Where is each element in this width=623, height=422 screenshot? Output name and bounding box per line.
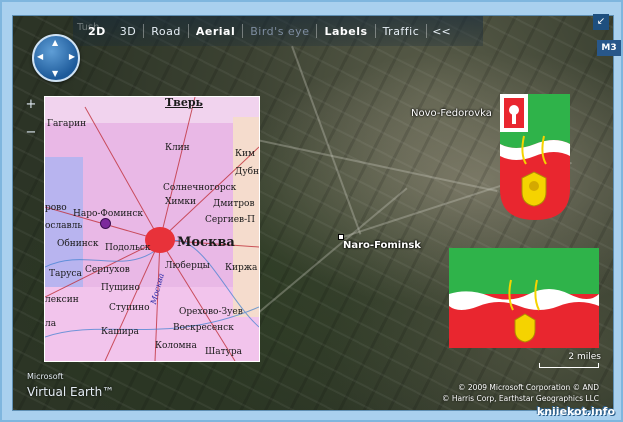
aerial-style-button[interactable]: Aerial: [189, 25, 242, 38]
attribution: © 2009 Microsoft Corporation © AND © Har…: [442, 382, 599, 404]
map-label: Тверь: [165, 96, 203, 109]
map-label: Наро-Фоминск: [73, 209, 143, 219]
labels-toggle[interactable]: Labels: [317, 25, 374, 38]
zoom-in-button[interactable]: +: [22, 96, 40, 114]
aerial-map[interactable]: Tush 2D 3D Road Aerial Bird's eye Labels…: [13, 16, 613, 410]
map-label: Дмитров: [213, 199, 255, 209]
attribution-line-1: © 2009 Microsoft Corporation © AND: [458, 383, 599, 392]
map-label: Орехово-Зуев: [179, 307, 243, 317]
moscow-oblast-inset-map: Тверь Гагарин Клин Ким Дубна Солнечногор…: [44, 96, 260, 362]
toolbar-ghost-text: Tush: [77, 22, 100, 33]
place-label-novo-fedorovka[interactable]: Novo-Fedorovka: [411, 108, 492, 119]
place-label-naro-fominsk[interactable]: Naro-Fominsk: [343, 240, 421, 251]
view-3d-button[interactable]: 3D: [113, 25, 143, 38]
map-label: Люберцы: [165, 261, 210, 271]
attribution-line-2: © Harris Corp, Earthstar Geographics LLC: [441, 394, 599, 403]
map-label: Солнечногорск: [163, 183, 237, 193]
zoom-out-button[interactable]: −: [22, 124, 40, 142]
scale-label: 2 miles: [568, 352, 601, 362]
map-label: Шатура: [205, 347, 243, 357]
logo-line-1: Microsoft: [27, 372, 64, 381]
pan-up-arrow-icon[interactable]: ▲: [52, 38, 58, 47]
map-label: лексин: [45, 295, 79, 305]
minimize-map-icon[interactable]: ↙: [593, 14, 609, 30]
map-label: Клин: [165, 143, 190, 153]
scale-bar: [539, 363, 599, 368]
page-frame: Tush 2D 3D Road Aerial Bird's eye Labels…: [0, 0, 623, 422]
map-label: Серпухов: [85, 265, 130, 275]
map-label: ла: [45, 319, 57, 329]
virtual-earth-logo: Microsoft Virtual Earth™: [27, 372, 114, 400]
road: [242, 136, 498, 193]
road: [291, 46, 362, 235]
pan-compass-icon[interactable]: ▲ ▼ ◀ ▶: [32, 34, 80, 82]
map-label: Воскресенск: [173, 323, 234, 333]
traffic-toggle[interactable]: Traffic: [376, 25, 427, 38]
watermark: kniiekot.info: [536, 405, 615, 418]
map-label: Кашира: [101, 327, 139, 337]
map-label: Химки: [165, 197, 197, 207]
map-label: Ступино: [109, 303, 150, 313]
map-label: Дубна: [235, 167, 260, 177]
map-label: Сергиев-П: [205, 215, 255, 225]
map-label: Ким: [235, 149, 255, 159]
naro-fominsk-marker: [100, 218, 111, 229]
road: [253, 187, 408, 318]
pan-down-arrow-icon[interactable]: ▼: [52, 69, 58, 78]
map-label: Киржа: [225, 263, 258, 273]
naro-fominsk-flag: [449, 248, 599, 348]
collapse-toolbar-button[interactable]: <<: [427, 25, 455, 38]
map-label: Гагарин: [47, 119, 87, 129]
map-label: Пущино: [101, 283, 140, 293]
birds-eye-button[interactable]: Bird's eye: [243, 25, 316, 38]
map-label: Таруса: [49, 269, 82, 279]
map-toolbar: Tush 2D 3D Road Aerial Bird's eye Labels…: [73, 16, 483, 46]
map-label: Обнинск: [57, 239, 99, 249]
pan-left-arrow-icon[interactable]: ◀: [37, 52, 43, 61]
map-label: Подольск: [105, 243, 151, 253]
map-label: Коломна: [155, 341, 197, 351]
map-label-moscow: Москва: [177, 235, 235, 250]
logo-line-2: Virtual Earth™: [27, 385, 115, 399]
map-label: ославль: [45, 221, 83, 231]
mz-badge: M3: [597, 40, 621, 56]
pan-right-arrow-icon[interactable]: ▶: [69, 52, 75, 61]
coat-of-arms-shield: [500, 94, 570, 220]
map-label: рово: [45, 203, 67, 213]
road-style-button[interactable]: Road: [144, 25, 188, 38]
